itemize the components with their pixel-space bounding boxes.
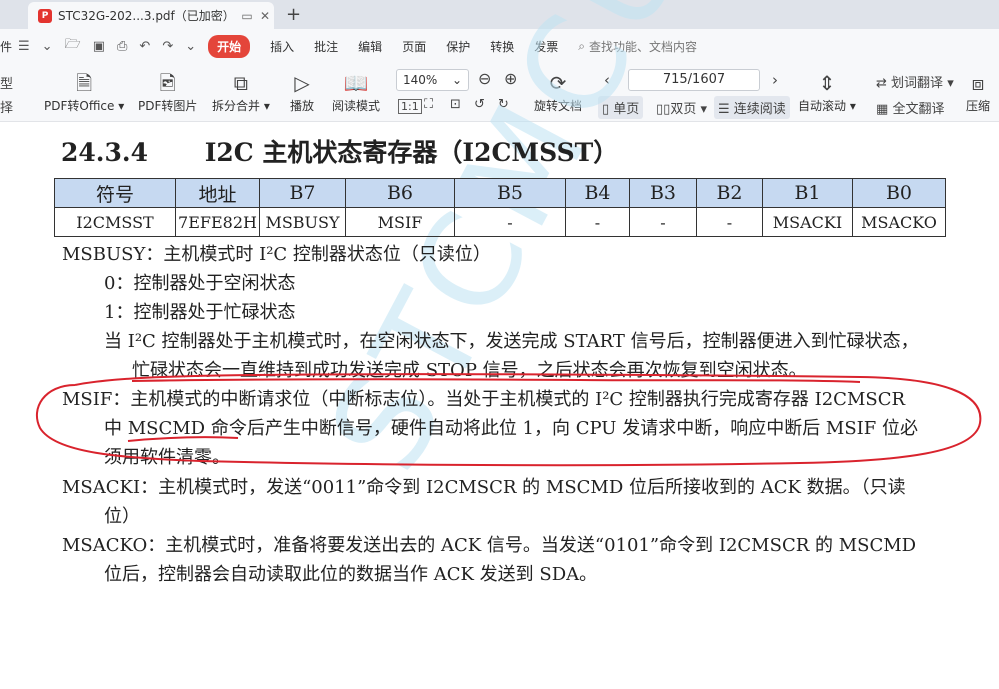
double-page-button[interactable]: ▯▯双页 ▾	[656, 98, 707, 117]
next-page-icon[interactable]: ›	[772, 71, 778, 89]
fit-page-icon[interactable]: ⛶	[424, 97, 433, 112]
text-line: 0：控制器处于空闲状态	[104, 273, 296, 294]
auto-scroll-icon: ⇕	[818, 71, 836, 95]
continuous-read-button[interactable]: ☰ 连续阅读	[714, 96, 790, 119]
table-header: B0	[852, 178, 946, 208]
compress-button[interactable]: ⧈ 压缩	[966, 69, 990, 114]
compress-icon: ⧈	[971, 71, 985, 95]
text-line: 须用软件清零。	[104, 447, 230, 468]
continuous-icon: ☰	[718, 102, 730, 117]
zoom-select[interactable]: 140% ⌄	[396, 69, 469, 91]
text-line: MSACKO：主机模式时，准备将要发送出去的 ACK 信号。当发送“0101”命…	[62, 535, 917, 556]
toolbar-left-top[interactable]: 型	[0, 73, 13, 92]
add-tab-button[interactable]: +	[286, 4, 301, 25]
table-header: B4	[565, 178, 630, 208]
table-cell: -	[565, 207, 630, 237]
word-translate-button[interactable]: ⇄ 划词翻译 ▾	[876, 72, 954, 91]
table-header: 地址	[175, 178, 260, 208]
table-header: B3	[629, 178, 697, 208]
read-mode-button[interactable]: 📖 阅读模式	[332, 69, 380, 114]
text-line: MSBUSY：主机模式时 I²C 控制器状态位（只读位）	[62, 244, 491, 265]
close-tab-icon[interactable]: ✕	[256, 9, 274, 23]
pdf-to-word-icon: 🗎	[76, 71, 93, 95]
table-cell: MSIF	[345, 207, 455, 237]
pdf-to-office-button[interactable]: 🗎 PDF转Office ▾	[44, 69, 124, 114]
text-line: 1：控制器处于忙碌状态	[104, 302, 296, 323]
play-label: 播放	[290, 99, 315, 113]
print-icon[interactable]: ⎙	[117, 39, 127, 54]
menu-page[interactable]: 页面	[402, 38, 426, 55]
book-icon: 📖	[343, 71, 369, 95]
table-row: I2CMSST 7EFE82H MSBUSY MSIF - - - - MSAC…	[54, 207, 946, 237]
pdf-to-office-label: PDF转Office ▾	[44, 99, 125, 113]
pdf-icon: P	[38, 8, 52, 23]
table-cell: -	[454, 207, 566, 237]
chevron-down-icon: ⌄	[451, 73, 462, 87]
tab-bar: P STC32G-202...3.pdf（已加密） ▭ ✕ +	[0, 0, 999, 29]
pdf-to-image-label: PDF转图片	[138, 99, 198, 113]
play-icon: ▷	[294, 71, 310, 95]
restore-window-icon[interactable]: ▭	[238, 9, 256, 23]
split-merge-label: 拆分合并 ▾	[212, 99, 270, 113]
compress-label: 压缩	[966, 99, 991, 113]
table-cell: 7EFE82H	[175, 207, 260, 237]
tab-title: STC32G-202...3.pdf（已加密）	[58, 9, 235, 23]
menu-start[interactable]: 开始	[208, 34, 251, 58]
table-header: B5	[454, 178, 566, 208]
undo-icon[interactable]: ↶	[139, 39, 150, 54]
text-line: 位）	[104, 506, 140, 527]
auto-scroll-label: 自动滚动 ▾	[798, 99, 856, 113]
section-title: I2C 主机状态寄存器（I2CMSST）	[204, 138, 619, 167]
menu-edit[interactable]: 编辑	[358, 38, 382, 55]
save-icon[interactable]: ▣	[93, 39, 105, 54]
section-number: 24.3.4	[61, 138, 148, 167]
menu-annotate[interactable]: 批注	[314, 38, 338, 55]
redo-icon[interactable]: ↷	[162, 39, 173, 54]
split-merge-button[interactable]: ⧉ 拆分合并 ▾	[212, 69, 270, 114]
table-header: B2	[696, 178, 763, 208]
text-line: MSIF：主机模式的中断请求位（中断标志位）。当处于主机模式的 I²C 控制器执…	[62, 389, 906, 410]
image-icon: 🖻	[159, 71, 176, 95]
menu-protect[interactable]: 保护	[446, 38, 470, 55]
text-line: 中 MSCMD 命令后产生中断信号，硬件自动将此位 1，向 CPU 发请求中断，…	[104, 418, 918, 439]
table-cell: MSBUSY	[259, 207, 346, 237]
table-cell: MSACKI	[762, 207, 853, 237]
translate-icon: ⇄	[876, 76, 887, 91]
table-cell: I2CMSST	[54, 207, 176, 237]
toolbar-left-bottom[interactable]: 择	[0, 97, 13, 116]
register-table: 符号 地址 B7 B6 B5 B4 B3 B2 B1 B0 I2CMSST 7E…	[54, 178, 946, 237]
document-tab[interactable]: P STC32G-202...3.pdf（已加密） ▭ ✕	[28, 2, 274, 29]
table-cell: MSACKO	[852, 207, 946, 237]
split-merge-icon: ⧉	[233, 71, 249, 95]
table-header: B6	[345, 178, 455, 208]
fit-width-icon[interactable]: ⊡	[450, 97, 461, 112]
read-mode-label: 阅读模式	[332, 99, 381, 113]
zoom-value: 140%	[403, 73, 438, 87]
menu-file[interactable]: 件	[0, 38, 12, 55]
menu-insert[interactable]: 插入	[270, 38, 294, 55]
table-cell: -	[696, 207, 763, 237]
text-line: 忙碌状态会一直维持到成功发送完成 STOP 信号，之后状态会再次恢复到空闲状态。	[132, 360, 807, 381]
translate-doc-icon: ▦	[876, 102, 889, 117]
table-header-row: 符号 地址 B7 B6 B5 B4 B3 B2 B1 B0	[54, 178, 946, 208]
pdf-to-image-button[interactable]: 🖻 PDF转图片	[138, 69, 197, 114]
table-header: B1	[762, 178, 853, 208]
open-folder-icon[interactable]: 🗁	[65, 35, 81, 57]
auto-scroll-button[interactable]: ⇕ 自动滚动 ▾	[798, 69, 856, 114]
document-page: STCMCU 24.3.4 I2C 主机状态寄存器（I2CMSST） 符号 地址…	[0, 0, 999, 689]
table-header: 符号	[54, 178, 176, 208]
text-line: 位后，控制器会自动读取此位的数据当作 ACK 发送到 SDA。	[104, 564, 598, 585]
section-heading: 24.3.4 I2C 主机状态寄存器（I2CMSST）	[61, 133, 618, 169]
play-button[interactable]: ▷ 播放	[290, 69, 314, 114]
text-line: 当 I²C 控制器处于主机模式时，在空闲状态下，发送完成 START 信号后，控…	[104, 331, 919, 352]
full-translate-button[interactable]: ▦ 全文翻译	[876, 98, 944, 117]
chevron-down-icon[interactable]: ⌄	[42, 39, 53, 54]
text-line: MSACKI：主机模式时，发送“0011”命令到 I2CMSCR 的 MSCMD…	[62, 477, 906, 498]
actual-size-button[interactable]: 1:1	[398, 99, 422, 114]
menu-more-icon[interactable]: ☰	[18, 39, 30, 54]
table-cell: -	[629, 207, 697, 237]
double-page-icon: ▯▯	[656, 102, 671, 117]
dropdown-icon[interactable]: ⌄	[185, 39, 196, 54]
table-header: B7	[259, 178, 346, 208]
